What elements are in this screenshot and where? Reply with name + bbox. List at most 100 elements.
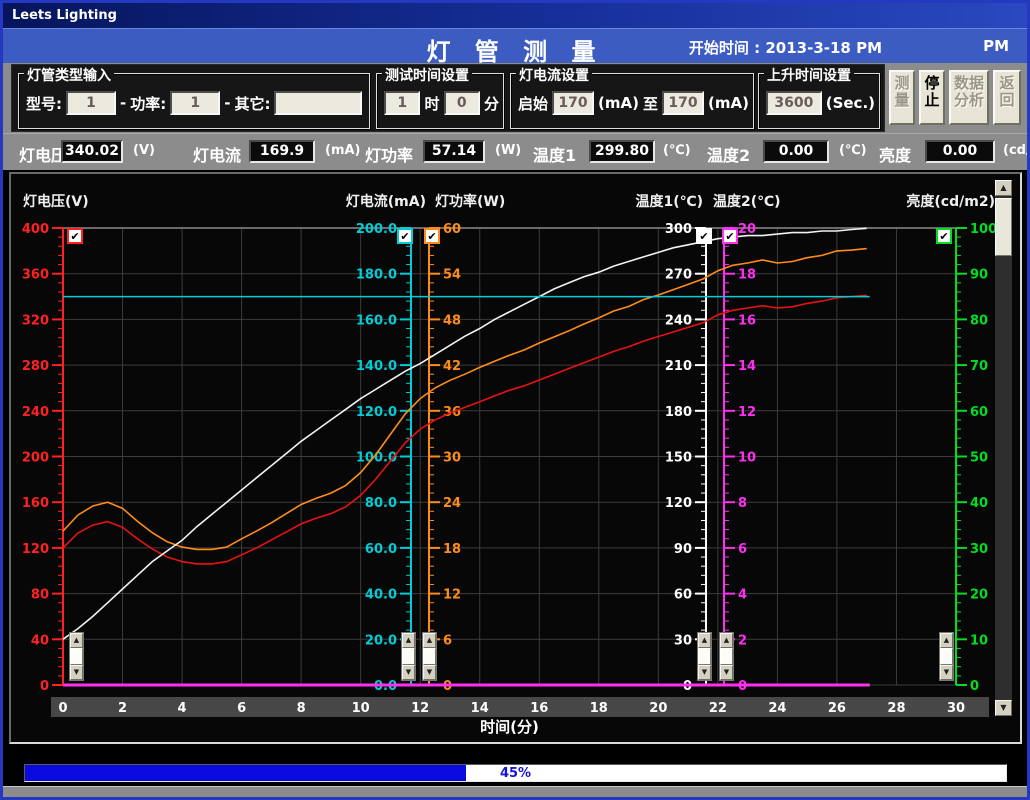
svg-text:320: 320 — [22, 313, 49, 328]
svg-text:48: 48 — [443, 313, 461, 328]
svg-text:50: 50 — [970, 451, 988, 466]
spinner-up-icon[interactable]: ▲ — [698, 633, 711, 648]
current-from-field[interactable]: 170 — [552, 91, 594, 115]
readout-unit: (mA) — [325, 143, 361, 158]
svg-text:16: 16 — [530, 701, 548, 716]
header-bar: 灯 管 测 量 开始时间 : 2013-3-18 PM PM — [3, 28, 1027, 63]
svg-text:90: 90 — [674, 542, 692, 557]
start-time-label: 开始时间 : — [689, 39, 760, 57]
svg-text:时间(分): 时间(分) — [480, 718, 539, 736]
svg-text:80: 80 — [31, 588, 49, 603]
readout-value: 169.9 — [249, 140, 315, 163]
app-window: Leets Lighting 灯 管 测 量 开始时间 : 2013-3-18 … — [0, 0, 1030, 800]
spinner-down-icon[interactable]: ▼ — [423, 665, 436, 680]
start-time-value: 2013-3-18 PM — [765, 39, 882, 57]
svg-text:60.0: 60.0 — [365, 542, 397, 557]
axis-checkbox-temp1[interactable]: ✔ — [696, 228, 712, 244]
svg-text:100: 100 — [970, 222, 997, 237]
svg-text:180.0: 180.0 — [356, 268, 397, 283]
axis-checkbox-luminance[interactable]: ✔ — [936, 228, 952, 244]
spinner-down-icon[interactable]: ▼ — [940, 665, 953, 680]
current-to-label: 至 — [643, 93, 658, 114]
model-label: 型号: — [26, 93, 62, 114]
spinner-up-icon[interactable]: ▲ — [402, 633, 415, 648]
groupbox-lamp-type-title: 灯管类型输入 — [24, 65, 114, 85]
spinner-thumb[interactable] — [940, 648, 953, 665]
svg-text:40: 40 — [970, 496, 988, 511]
spinner-up-icon[interactable]: ▲ — [940, 633, 953, 648]
chart-vertical-scrollbar[interactable]: ▲ ▼ — [995, 180, 1012, 716]
analyze-button[interactable]: 数据分析 — [949, 70, 989, 125]
svg-text:4: 4 — [178, 701, 187, 716]
svg-text:10: 10 — [738, 451, 756, 466]
axis-spinner-voltage[interactable]: ▲▼ — [69, 632, 84, 681]
svg-text:300: 300 — [665, 222, 692, 237]
axis-spinner-current[interactable]: ▲▼ — [401, 632, 416, 681]
current-from-label: 启始 — [518, 93, 548, 114]
spinner-up-icon[interactable]: ▲ — [70, 633, 83, 648]
svg-text:360: 360 — [22, 268, 49, 283]
current-to-unit: (mA) — [708, 94, 749, 112]
current-from-unit: (mA) — [598, 94, 639, 112]
readout-unit: (℃) — [663, 143, 691, 158]
svg-text:温度2(℃): 温度2(℃) — [713, 193, 781, 210]
scroll-down-icon[interactable]: ▼ — [995, 700, 1012, 716]
spinner-thumb[interactable] — [720, 648, 733, 665]
spinner-up-icon[interactable]: ▲ — [720, 633, 733, 648]
spinner-thumb[interactable] — [423, 648, 436, 665]
axis-checkbox-power[interactable]: ✔ — [424, 228, 440, 244]
stop-button[interactable]: 停止 — [919, 70, 945, 125]
svg-text:160: 160 — [22, 496, 49, 511]
axis-checkbox-voltage[interactable]: ✔ — [67, 228, 83, 244]
svg-text:20: 20 — [738, 222, 756, 237]
rise-time-field[interactable]: 3600 — [766, 91, 822, 115]
spinner-down-icon[interactable]: ▼ — [402, 665, 415, 680]
spinner-up-icon[interactable]: ▲ — [423, 633, 436, 648]
axis-spinner-power[interactable]: ▲▼ — [422, 632, 437, 681]
spinner-down-icon[interactable]: ▼ — [698, 665, 711, 680]
current-to-field[interactable]: 170 — [662, 91, 704, 115]
svg-text:10: 10 — [352, 701, 370, 716]
svg-text:0: 0 — [58, 701, 67, 716]
svg-text:14: 14 — [738, 359, 756, 374]
spinner-down-icon[interactable]: ▼ — [720, 665, 733, 680]
svg-text:温度1(℃): 温度1(℃) — [636, 193, 704, 210]
axis-spinner-luminance[interactable]: ▲▼ — [939, 632, 954, 681]
ampm-indicator: PM — [983, 37, 1009, 55]
svg-text:14: 14 — [471, 701, 489, 716]
other-field[interactable] — [274, 91, 362, 115]
svg-text:0: 0 — [40, 679, 49, 694]
svg-text:灯电流(mA): 灯电流(mA) — [346, 193, 426, 210]
minute-field[interactable]: 0 — [444, 91, 480, 115]
readout-value: 340.02 — [61, 140, 123, 163]
svg-text:10: 10 — [970, 633, 988, 648]
back-button[interactable]: 返回 — [993, 70, 1021, 125]
readout-value: 0.00 — [925, 140, 995, 163]
spinner-thumb[interactable] — [698, 648, 711, 665]
svg-text:灯电压(V): 灯电压(V) — [23, 193, 89, 210]
svg-text:240: 240 — [665, 313, 692, 328]
power-field[interactable]: 1 — [170, 91, 220, 115]
groupbox-lamp-current: 灯电流设置 启始 170 (mA) 至 170 (mA) — [510, 73, 754, 129]
measure-button[interactable]: 测量 — [889, 70, 915, 125]
spinner-thumb[interactable] — [402, 648, 415, 665]
groupbox-rise-time: 上升时间设置 3600 (Sec.) — [758, 73, 880, 129]
svg-text:60: 60 — [443, 222, 461, 237]
svg-text:30: 30 — [947, 701, 965, 716]
axis-checkbox-current[interactable]: ✔ — [397, 228, 413, 244]
other-label: 其它: — [234, 93, 270, 114]
spinner-down-icon[interactable]: ▼ — [70, 665, 83, 680]
svg-text:30: 30 — [970, 542, 988, 557]
hour-field[interactable]: 1 — [384, 91, 420, 115]
spinner-thumb[interactable] — [70, 648, 83, 665]
model-field[interactable]: 1 — [66, 91, 116, 115]
scrollbar-thumb[interactable] — [995, 198, 1012, 256]
axis-checkbox-temp2[interactable]: ✔ — [722, 228, 738, 244]
svg-text:12: 12 — [411, 701, 429, 716]
svg-text:120: 120 — [665, 496, 692, 511]
svg-text:6: 6 — [237, 701, 246, 716]
svg-text:150: 150 — [665, 451, 692, 466]
scroll-up-icon[interactable]: ▲ — [995, 180, 1012, 196]
axis-spinner-temp2[interactable]: ▲▼ — [719, 632, 734, 681]
axis-spinner-temp1[interactable]: ▲▼ — [697, 632, 712, 681]
